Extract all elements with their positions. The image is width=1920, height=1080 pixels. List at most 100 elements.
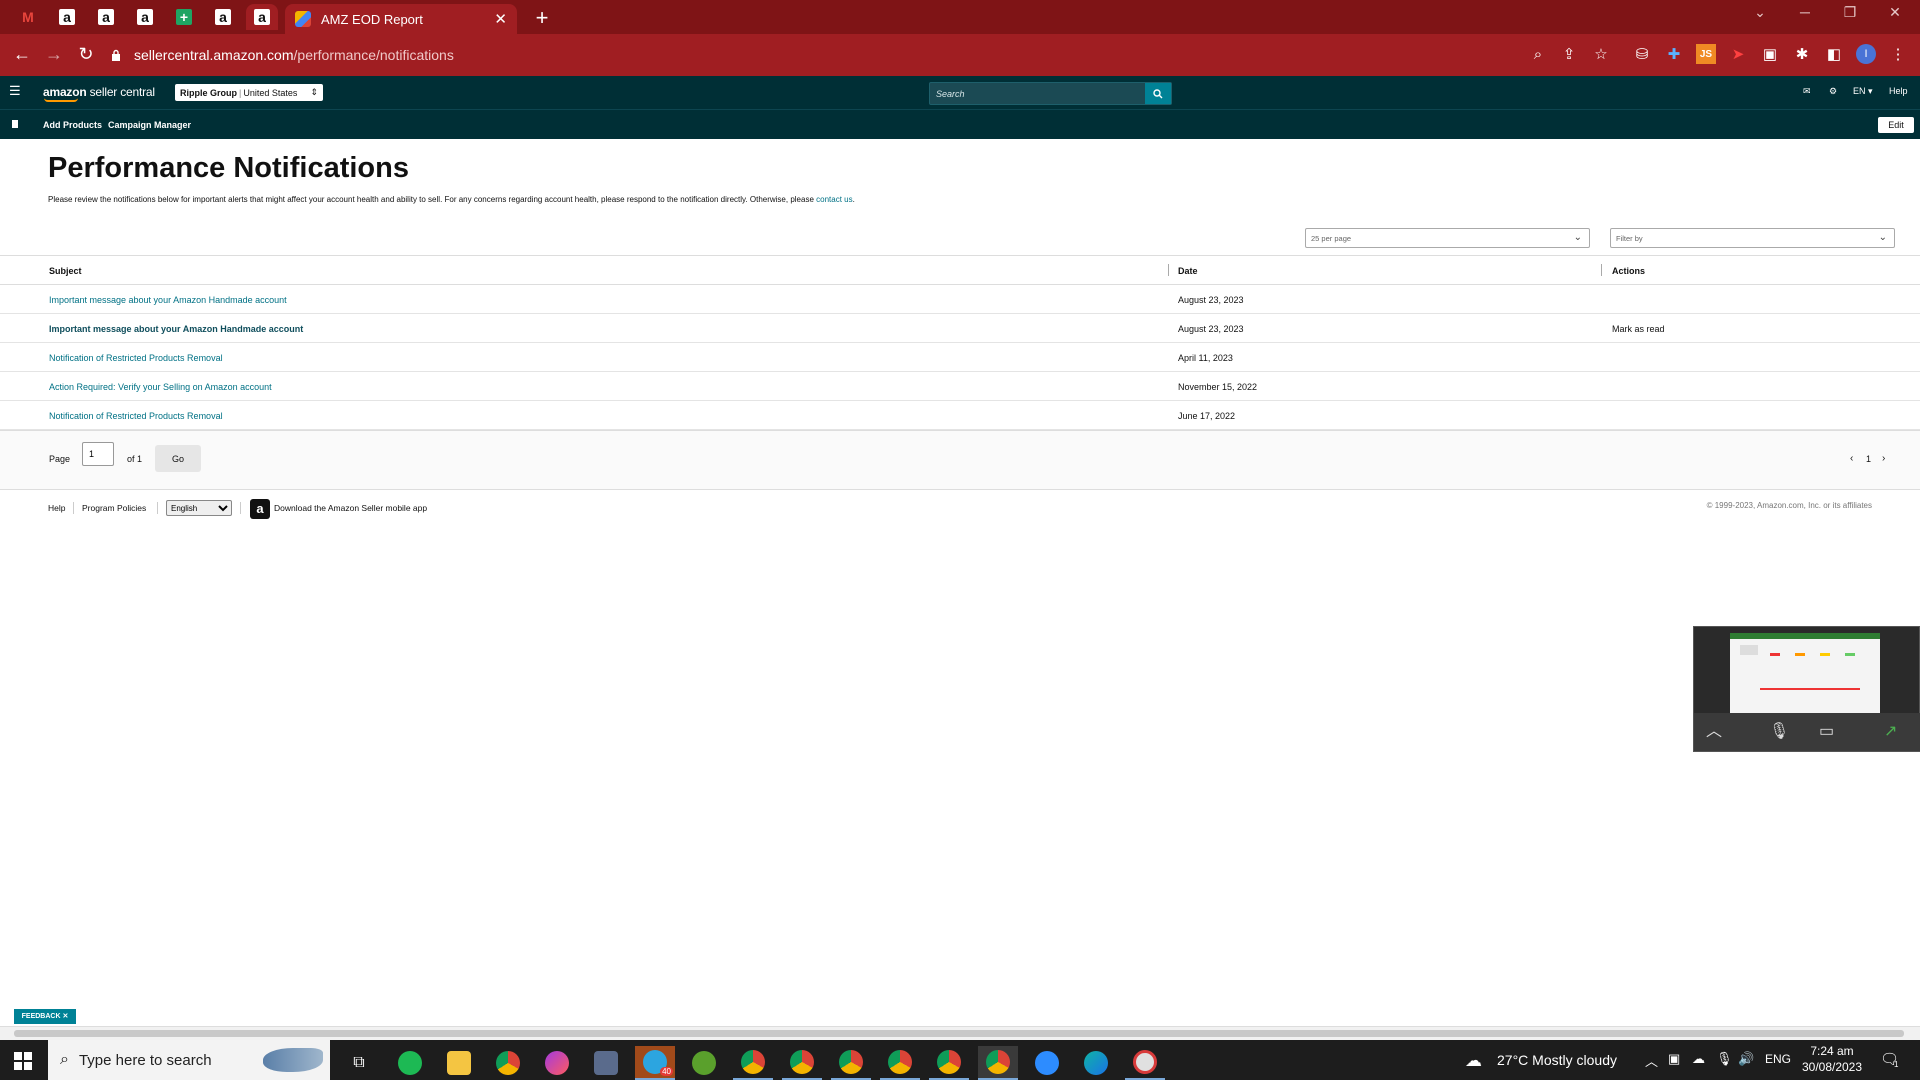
task-view-icon[interactable]: ⧉ xyxy=(339,1046,379,1080)
snipping-tool-icon[interactable] xyxy=(1125,1046,1165,1080)
horizontal-scrollbar[interactable] xyxy=(0,1026,1920,1040)
taskbar-search-input[interactable] xyxy=(78,1051,279,1069)
bookmark-star-icon[interactable]: ☆ xyxy=(1591,44,1611,64)
reload-button[interactable]: ↻ xyxy=(74,44,98,65)
prev-page-icon[interactable]: ‹ xyxy=(1850,453,1853,464)
table-row[interactable]: Notification of Restricted Products Remo… xyxy=(0,343,1920,372)
help-link[interactable]: Help xyxy=(1889,86,1908,96)
notification-subject-link[interactable]: Important message about your Amazon Hand… xyxy=(49,324,303,334)
address-bar[interactable]: sellercentral.amazon.com/performance/not… xyxy=(110,39,1600,71)
video-call-overlay[interactable]: ︿ 🎙 ▭ ↗ xyxy=(1693,626,1920,752)
filter-select[interactable]: Filter by ⌄ xyxy=(1610,228,1895,248)
meet-now-icon[interactable]: ▣ xyxy=(1668,1051,1680,1067)
tab-gmail[interactable]: M xyxy=(12,4,44,30)
column-subject[interactable]: Subject xyxy=(49,266,82,276)
extensions-puzzle-icon[interactable]: ✱ xyxy=(1792,44,1812,64)
utorrent-icon[interactable] xyxy=(684,1046,724,1080)
chrome-profile-h-icon[interactable] xyxy=(929,1046,969,1080)
chrome-profile-l-icon[interactable] xyxy=(831,1046,871,1080)
footer-program-policies-link[interactable]: Program Policies xyxy=(82,503,146,513)
table-row[interactable]: Action Required: Verify your Selling on … xyxy=(0,372,1920,401)
per-page-select[interactable]: 25 per page ⌄ xyxy=(1305,228,1590,248)
extension-puzzle-blue-icon[interactable]: ✚ xyxy=(1664,44,1684,64)
tab-sheets[interactable]: + xyxy=(168,4,200,30)
language-selector[interactable]: EN ▾ xyxy=(1853,86,1873,97)
go-button[interactable]: Go xyxy=(155,445,201,472)
chrome-profile-c-icon[interactable] xyxy=(782,1046,822,1080)
tab-amazon-5[interactable]: a xyxy=(246,4,278,30)
seller-central-logo[interactable]: amazon seller central xyxy=(43,85,155,102)
system-clock[interactable]: 7:24 am 30/08/2023 xyxy=(1800,1043,1864,1075)
nav-campaign-manager[interactable]: Campaign Manager xyxy=(108,120,191,130)
feedback-button[interactable]: FEEDBACK ✕ xyxy=(14,1009,76,1024)
spotify-icon[interactable] xyxy=(390,1046,430,1080)
restore-button[interactable]: ❐ xyxy=(1830,4,1870,21)
chevron-up-icon[interactable]: ︿ xyxy=(1706,717,1722,741)
gear-icon[interactable]: ⚙ xyxy=(1829,86,1837,97)
zoom-app-icon[interactable] xyxy=(1027,1046,1067,1080)
download-app-link[interactable]: Download the Amazon Seller mobile app xyxy=(274,503,427,513)
tab-amazon-3[interactable]: a xyxy=(129,4,161,30)
volume-icon[interactable]: 🔊 xyxy=(1738,1051,1754,1067)
tab-amazon-4[interactable]: a xyxy=(207,4,239,30)
share-icon[interactable]: ⇪ xyxy=(1559,44,1579,64)
current-page-number[interactable]: 1 xyxy=(1866,454,1871,464)
tab-amz-eod-report[interactable]: AMZ EOD Report ✕ xyxy=(285,4,517,34)
tab-search-icon[interactable]: ⌄ xyxy=(1740,4,1780,21)
bookmark-icon[interactable] xyxy=(12,120,18,128)
notification-subject-link[interactable]: Notification of Restricted Products Remo… xyxy=(49,353,223,363)
nav-add-products[interactable]: Add Products xyxy=(43,120,102,130)
tab-amazon-2[interactable]: a xyxy=(90,4,122,30)
column-date[interactable]: Date xyxy=(1178,266,1198,276)
zoom-icon[interactable]: ⌕ xyxy=(1528,44,1548,64)
messenger-icon[interactable] xyxy=(537,1046,577,1080)
search-input[interactable] xyxy=(930,83,1145,104)
minimize-button[interactable]: ─ xyxy=(1785,4,1825,20)
microphone-icon[interactable]: 🎙 xyxy=(1716,1051,1733,1067)
scrollbar-thumb[interactable] xyxy=(14,1030,1904,1037)
hamburger-menu-icon[interactable]: ☰ xyxy=(9,84,21,97)
table-row[interactable]: Important message about your Amazon Hand… xyxy=(0,285,1920,314)
side-panel-icon[interactable]: ◧ xyxy=(1824,44,1844,64)
telegram-icon[interactable]: 40 xyxy=(635,1046,675,1080)
mic-muted-icon[interactable]: 🎙 xyxy=(1769,721,1789,741)
close-window-button[interactable]: ✕ xyxy=(1875,4,1915,21)
file-explorer-icon[interactable] xyxy=(439,1046,479,1080)
back-button[interactable]: ← xyxy=(10,44,34,65)
weather-text[interactable]: 27°C Mostly cloudy xyxy=(1497,1052,1617,1068)
table-row[interactable]: Notification of Restricted Products Remo… xyxy=(0,401,1920,430)
forward-button[interactable]: → xyxy=(42,44,66,65)
amazon-app-icon[interactable]: a xyxy=(250,499,270,519)
taskbar-search[interactable]: ⌕ xyxy=(48,1040,330,1080)
calculator-icon[interactable] xyxy=(586,1046,626,1080)
input-language[interactable]: ENG xyxy=(1765,1052,1791,1066)
search-button[interactable] xyxy=(1145,83,1171,104)
close-tab-icon[interactable]: ✕ xyxy=(494,10,507,28)
profile-avatar[interactable]: I xyxy=(1856,44,1876,64)
table-row[interactable]: Important message about your Amazon Hand… xyxy=(0,314,1920,343)
tab-amazon-1[interactable]: a xyxy=(51,4,83,30)
mark-as-read-link[interactable]: Mark as read xyxy=(1612,324,1665,334)
extension-off-icon[interactable]: ⛁ xyxy=(1632,44,1652,64)
edit-button[interactable]: Edit xyxy=(1878,117,1914,133)
extension-js-icon[interactable]: JS xyxy=(1696,44,1716,64)
chevron-up-icon[interactable]: ︿ xyxy=(1645,1051,1658,1070)
notification-subject-link[interactable]: Notification of Restricted Products Remo… xyxy=(49,411,223,421)
weather-cloud-icon[interactable]: ☁ xyxy=(1465,1051,1482,1071)
windows-start-icon[interactable] xyxy=(14,1052,32,1070)
chrome-profile-active-icon[interactable] xyxy=(978,1046,1018,1080)
footer-language-select[interactable]: English xyxy=(166,500,232,516)
camera-off-icon[interactable]: ▭ xyxy=(1819,721,1834,741)
notification-subject-link[interactable]: Action Required: Verify your Selling on … xyxy=(49,382,272,392)
chrome-profile-s-icon[interactable] xyxy=(880,1046,920,1080)
expand-icon[interactable]: ↗ xyxy=(1884,721,1897,741)
account-switcher[interactable]: Ripple Group | United States ⇕ xyxy=(175,84,323,101)
onedrive-icon[interactable]: ☁ xyxy=(1692,1051,1705,1067)
browser-menu-icon[interactable]: ⋮ xyxy=(1888,44,1908,64)
footer-help-link[interactable]: Help xyxy=(48,503,65,513)
contact-us-link[interactable]: contact us xyxy=(816,195,852,204)
edge-icon[interactable] xyxy=(1076,1046,1116,1080)
next-page-icon[interactable]: › xyxy=(1882,453,1885,464)
page-number-input[interactable] xyxy=(82,442,114,466)
extension-arrow-icon[interactable]: ➤ xyxy=(1728,44,1748,64)
